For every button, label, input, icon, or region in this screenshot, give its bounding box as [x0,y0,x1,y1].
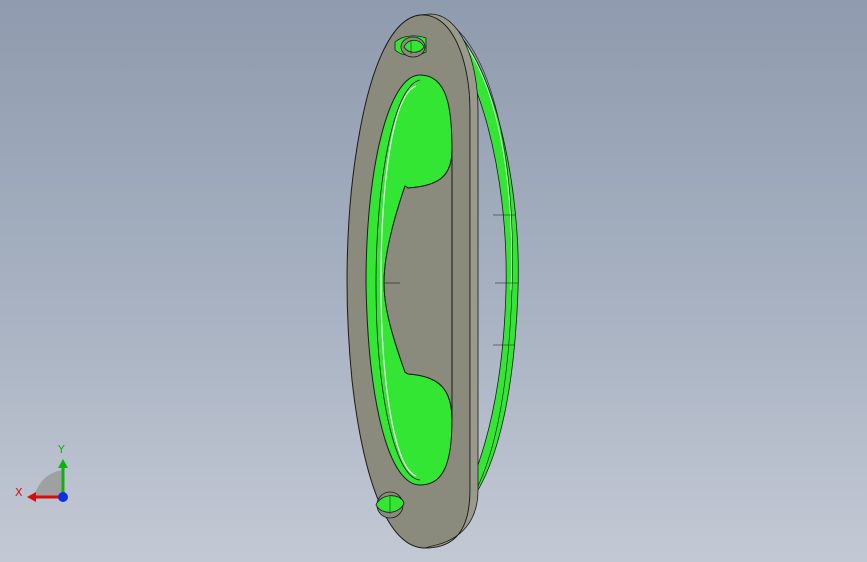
y-axis-label: Y [58,443,65,456]
x-axis-label: X [15,486,23,499]
z-axis-icon [58,492,68,502]
x-arrow-icon [27,492,36,502]
triad-plane-icon [34,470,63,497]
graphics-viewport[interactable]: X Y [0,0,867,562]
reference-triad[interactable] [27,459,68,502]
model-canvas[interactable] [0,0,867,562]
y-arrow-icon [58,459,68,468]
mount-tab-bottom[interactable] [375,491,405,519]
